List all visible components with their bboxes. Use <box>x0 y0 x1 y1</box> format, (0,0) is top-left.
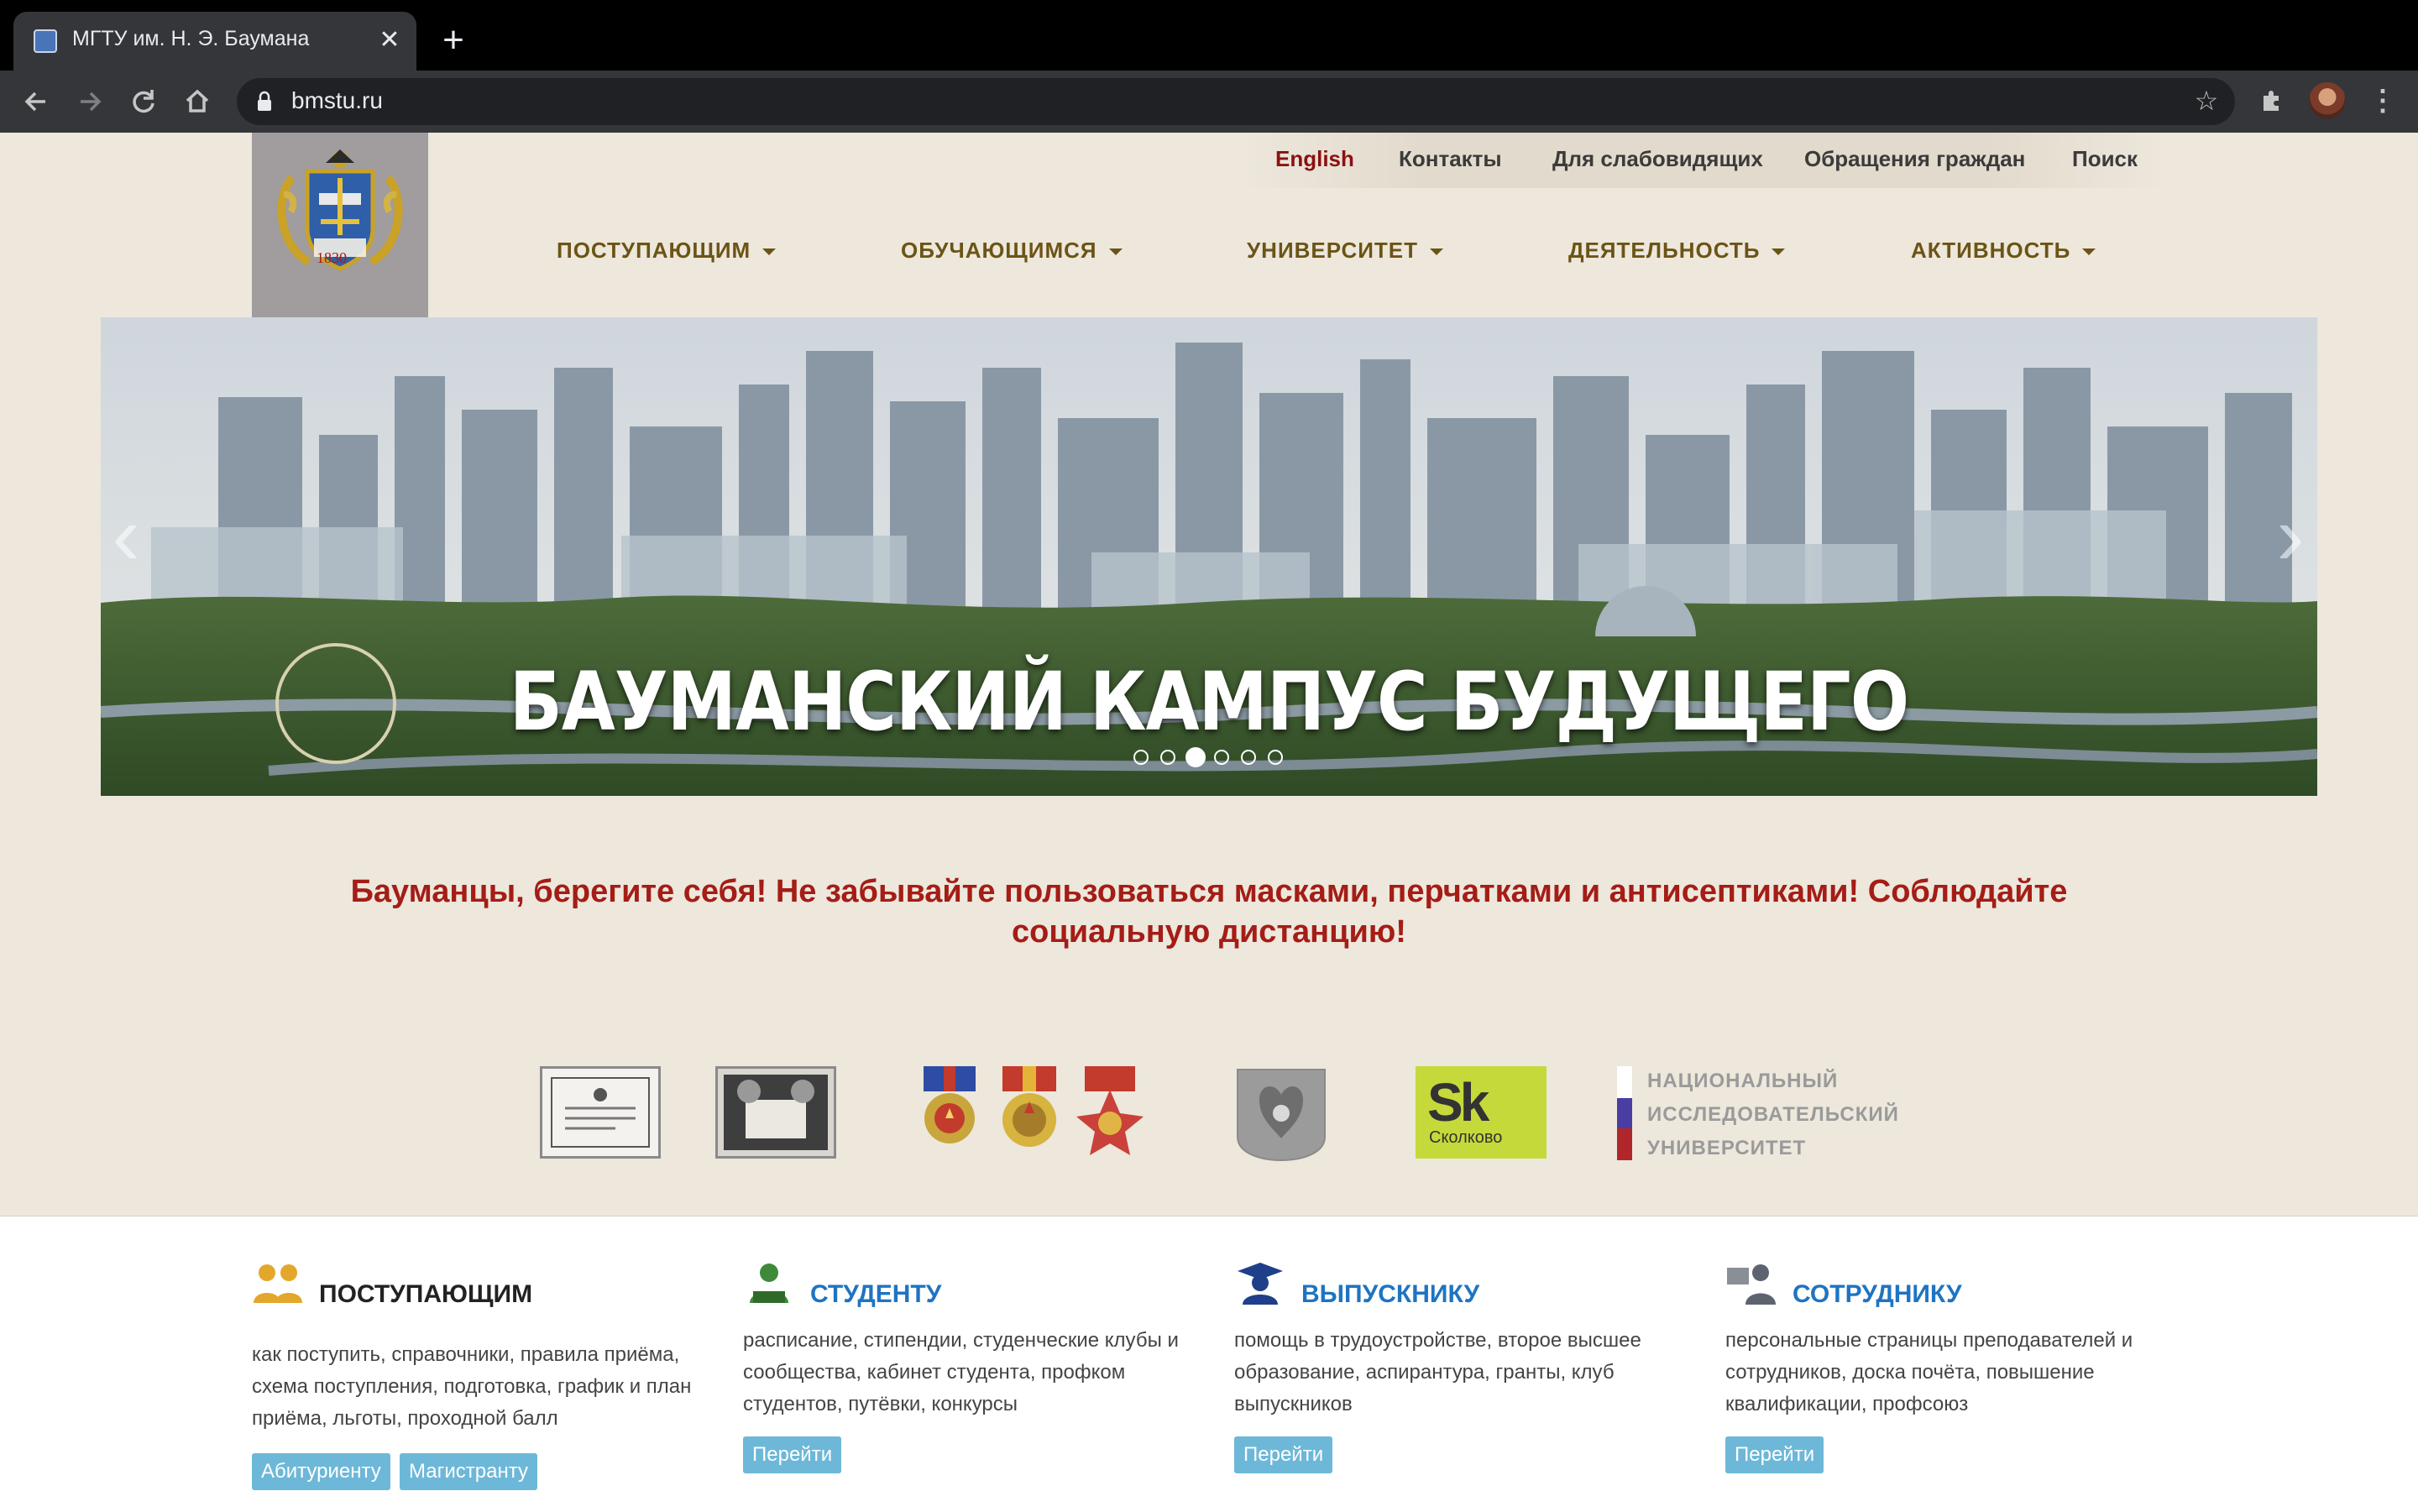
address-bar[interactable] <box>237 78 2235 125</box>
student-icon <box>743 1261 795 1306</box>
slide-dot-5[interactable] <box>1241 750 1256 765</box>
crest-year: 1830 <box>317 249 347 266</box>
star-icon[interactable]: ☆ <box>2188 82 2225 119</box>
nav-applicants[interactable]: ПОСТУПАЮЩИМ <box>557 238 777 264</box>
slide-dot-2[interactable] <box>1160 750 1175 765</box>
card-desc-student: расписание, стипендии, студенческие клуб… <box>743 1329 1179 1415</box>
order-lenin-icon[interactable] <box>997 1066 1061 1163</box>
browser-tab[interactable]: МГТУ им. Н. Э. Баумана ✕ <box>13 12 416 71</box>
skolkovo-label: Сколково <box>1429 1128 1503 1147</box>
card-title-student[interactable]: СТУДЕНТУ <box>810 1280 941 1309</box>
lock-icon[interactable] <box>257 91 272 112</box>
niu-line-2: ИССЛЕДОВАТЕЛЬСКИЙ <box>1647 1103 1899 1126</box>
niu-logo[interactable]: НАЦИОНАЛЬНЫЙ ИССЛЕДОВАТЕЛЬСКИЙ УНИВЕРСИТ… <box>1617 1066 1898 1160</box>
student-go-button[interactable]: Перейти <box>743 1436 842 1473</box>
magistrant-button[interactable]: Магистранту <box>400 1453 537 1490</box>
caret-down-icon <box>1772 249 1786 256</box>
nav-university[interactable]: УНИВЕРСИТЕТ <box>1247 238 1444 264</box>
award-diploma-2-icon[interactable] <box>714 1065 837 1163</box>
nav-label: АКТИВНОСТЬ <box>1911 238 2071 263</box>
order-ussr-icon[interactable] <box>920 1066 979 1163</box>
english-link[interactable]: English <box>1275 146 1354 172</box>
covid-notice: Бауманцы, берегите себя! Не забывайте по… <box>350 874 2068 950</box>
order-red-banner-icon[interactable] <box>1076 1066 1144 1163</box>
abiturient-button[interactable]: Абитуриенту <box>252 1453 390 1490</box>
skolkovo-mark: Sk <box>1427 1072 1489 1133</box>
nav-activity[interactable]: ДЕЯТЕЛЬНОСТЬ <box>1568 238 1786 264</box>
caret-down-icon <box>2082 249 2096 256</box>
nav-label: ДЕЯТЕЛЬНОСТЬ <box>1568 238 1761 263</box>
card-title-applicants[interactable]: ПОСТУПАЮЩИМ <box>319 1280 532 1309</box>
banner-next-arrow[interactable]: › <box>2265 494 2316 578</box>
tab-title: МГТУ им. Н. Э. Баумана <box>72 27 310 50</box>
flag-white-stripe <box>1617 1066 1632 1098</box>
hero-banner[interactable]: ‹ › БАУМАНСКИЙ КАМПУС БУДУЩЕГО <box>101 317 2317 796</box>
employee-icon <box>1725 1261 1777 1306</box>
graduate-go-button[interactable]: Перейти <box>1234 1436 1333 1473</box>
card-title-employee[interactable]: СОТРУДНИКУ <box>1793 1280 1962 1309</box>
slide-dot-6[interactable] <box>1268 750 1283 765</box>
caret-down-icon <box>762 249 777 256</box>
caret-down-icon <box>1430 249 1444 256</box>
skolkovo-logo[interactable]: Sk Сколково <box>1416 1066 1547 1159</box>
extensions-icon[interactable] <box>2253 82 2290 119</box>
slide-dot-3-active[interactable] <box>1185 747 1206 767</box>
new-tab-button[interactable]: + <box>435 22 472 59</box>
favicon-icon <box>34 29 57 53</box>
accessibility-link[interactable]: Для слабовидящих <box>1552 146 1763 172</box>
nav-label: ПОСТУПАЮЩИМ <box>557 238 751 263</box>
home-icon[interactable] <box>176 81 218 123</box>
banner-title: БАУМАНСКИЙ КАМПУС БУДУЩЕГО <box>509 655 1909 749</box>
profile-avatar[interactable] <box>2309 82 2346 119</box>
graduate-icon <box>1234 1261 1286 1306</box>
citizen-appeals-link[interactable]: Обращения граждан <box>1804 146 2025 172</box>
applicants-icon <box>252 1261 304 1306</box>
search-link[interactable]: Поиск <box>2072 146 2138 172</box>
caret-down-icon <box>1108 249 1123 256</box>
tab-close-icon[interactable]: ✕ <box>373 24 406 57</box>
niu-line-3: УНИВЕРСИТЕТ <box>1647 1137 1807 1159</box>
contacts-link[interactable]: Контакты <box>1399 146 1502 172</box>
forward-arrow-icon[interactable] <box>69 81 111 123</box>
slide-dot-4[interactable] <box>1214 750 1229 765</box>
nav-label: ОБУЧАЮЩИМСЯ <box>901 238 1097 263</box>
card-desc-graduate: помощь в трудоустройстве, второе высшее … <box>1234 1329 1641 1415</box>
flag-red-stripe <box>1617 1128 1632 1160</box>
nav-label: УНИВЕРСИТЕТ <box>1247 238 1419 263</box>
card-desc-applicants: как поступить, справочники, правила приё… <box>252 1343 692 1430</box>
url-text[interactable]: bmstu.ru <box>291 87 383 114</box>
slide-dot-1[interactable] <box>1133 750 1149 765</box>
russian-coat-of-arms-icon[interactable] <box>1234 1066 1328 1166</box>
back-arrow-icon[interactable] <box>15 81 57 123</box>
nav-students[interactable]: ОБУЧАЮЩИМСЯ <box>901 238 1123 264</box>
card-title-graduate[interactable]: ВЫПУСКНИКУ <box>1301 1280 1479 1309</box>
award-diploma-1-icon[interactable] <box>539 1065 662 1163</box>
reload-icon[interactable] <box>123 81 165 123</box>
flag-blue-stripe <box>1617 1098 1632 1128</box>
card-desc-employee: персональные страницы преподавателей и с… <box>1725 1329 2133 1415</box>
nav-activities[interactable]: АКТИВНОСТЬ <box>1911 238 2096 264</box>
niu-line-1: НАЦИОНАЛЬНЫЙ <box>1647 1070 1839 1092</box>
banner-prev-arrow[interactable]: ‹ <box>101 494 151 578</box>
menu-icon[interactable]: ⋮ <box>2364 82 2401 119</box>
employee-go-button[interactable]: Перейти <box>1725 1436 1824 1473</box>
